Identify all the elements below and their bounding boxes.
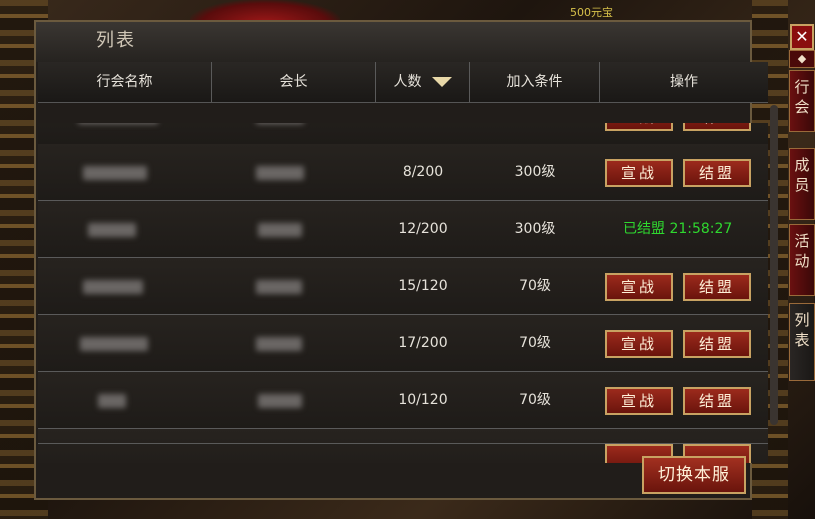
table-row: 10/120 70级 宣战 结盟 — [38, 372, 768, 429]
currency-text: 500元宝 — [570, 6, 613, 19]
guild-list-panel: 列表 行会名称 会长 人数 加入条件 操作 4366 游戏 1/120 300级… — [34, 20, 768, 500]
members-count: 1/120 — [376, 123, 470, 144]
tab-activity[interactable]: 活 动 — [789, 224, 815, 296]
guild-name-blurred — [98, 394, 126, 408]
panel-title: 列表 — [96, 30, 136, 51]
guild-name-blurred — [78, 123, 158, 124]
tab-guild[interactable]: 行 会 — [789, 70, 815, 132]
guild-name-blurred — [83, 166, 147, 180]
members-count: 10/120 — [398, 392, 448, 408]
table-row: 15/120 70级 宣战 结盟 — [38, 258, 768, 315]
join-condition: 300级 — [514, 164, 556, 180]
members-count: 15/120 — [398, 278, 448, 294]
tab-members[interactable]: 成 员 — [789, 148, 815, 220]
guild-name-blurred — [83, 280, 143, 294]
ally-button[interactable]: 结盟 — [683, 387, 751, 415]
guild-name-blurred — [80, 337, 148, 351]
footer-divider — [38, 443, 768, 444]
switch-server-button[interactable]: 切换本服 — [642, 456, 746, 494]
join-condition: 70级 — [519, 278, 551, 294]
header-join-condition[interactable]: 加入条件 — [470, 62, 600, 102]
table-row: 8/200 300级 宣战 结盟 — [38, 144, 768, 201]
scrollbar[interactable] — [770, 105, 778, 425]
declare-war-button[interactable]: 宣战 — [605, 387, 673, 415]
ally-button[interactable]: 结盟 — [683, 330, 751, 358]
join-condition: 300级 — [470, 123, 600, 144]
leader-blurred — [256, 123, 304, 124]
declare-war-button[interactable]: 宣战 — [605, 273, 673, 301]
close-button[interactable]: ✕ — [790, 24, 814, 50]
join-condition: 70级 — [519, 392, 551, 408]
declare-war-button[interactable]: 宣战 — [605, 159, 673, 187]
leader-blurred — [258, 394, 302, 408]
header-members-label: 人数 — [393, 74, 422, 90]
join-condition: 70级 — [519, 335, 551, 351]
leader-blurred — [256, 337, 302, 351]
guild-list[interactable]: 1/120 300级 宣战 结盟 8/200 300级 宣战 结盟 12/200… — [38, 123, 770, 463]
ally-button[interactable]: 结盟 — [683, 159, 751, 187]
join-condition: 300级 — [514, 221, 556, 237]
header-guild-name[interactable]: 行会名称 — [38, 62, 212, 102]
tab-top-ornament: ◆ — [789, 50, 815, 68]
declare-war-button[interactable]: 宣战 — [605, 123, 673, 131]
declare-war-button[interactable]: 宣战 — [605, 330, 673, 358]
members-count: 12/200 — [398, 221, 448, 237]
members-count: 17/200 — [398, 335, 448, 351]
members-count: 8/200 — [402, 164, 444, 180]
tab-list[interactable]: 列 表 — [789, 303, 815, 381]
ally-button[interactable]: 结盟 — [683, 123, 751, 131]
table-row: 12/200 300级 已结盟 21:58:27 — [38, 201, 768, 258]
leader-blurred — [256, 166, 304, 180]
table-header: 行会名称 会长 人数 加入条件 操作 — [38, 62, 768, 103]
leader-blurred — [258, 223, 302, 237]
table-row: 1/120 300级 宣战 结盟 — [38, 123, 768, 145]
leader-blurred — [256, 280, 302, 294]
sort-down-icon[interactable] — [431, 77, 452, 87]
guild-name-blurred — [88, 223, 136, 237]
header-actions: 操作 — [670, 74, 698, 90]
title-bar: 列表 — [36, 22, 750, 62]
table-row: 17/200 70级 宣战 结盟 — [38, 315, 768, 372]
header-leader[interactable]: 会长 — [212, 62, 376, 102]
allied-status: 已结盟 21:58:27 — [623, 221, 733, 237]
ally-button[interactable]: 结盟 — [683, 273, 751, 301]
header-members[interactable]: 人数 — [376, 62, 470, 102]
